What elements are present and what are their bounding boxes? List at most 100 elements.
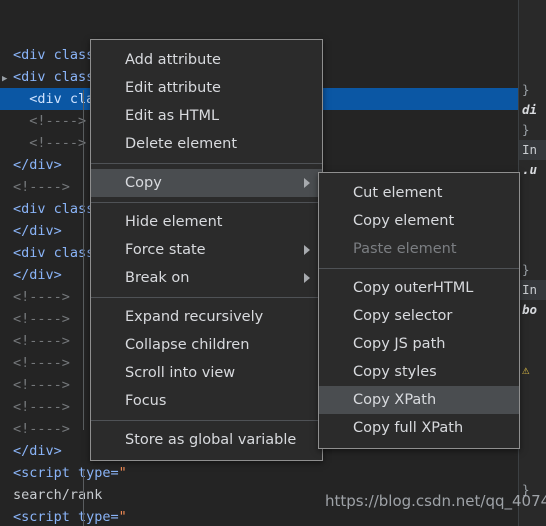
styles-panel[interactable]: } di} In .u} In bo ⚠} — [518, 0, 546, 526]
expand-triangle-icon[interactable] — [2, 332, 13, 354]
expand-triangle-icon[interactable]: ▶ — [2, 68, 13, 90]
menu-item-label: Copy JS path — [353, 336, 446, 352]
expand-triangle-icon[interactable] — [2, 398, 13, 420]
style-rule-row[interactable]: bo — [519, 300, 546, 320]
expand-triangle-icon[interactable] — [2, 178, 13, 200]
expand-triangle-icon[interactable] — [2, 112, 13, 134]
tree-guide-line — [83, 90, 84, 430]
code-token-comment: <!----> — [13, 333, 70, 349]
menu-item-paste-element: Paste element — [319, 235, 519, 263]
menu-item-edit-attribute[interactable]: Edit attribute — [91, 74, 322, 102]
code-token-punct: </div> — [13, 267, 62, 283]
menu-item-edit-as-html[interactable]: Edit as HTML — [91, 102, 322, 130]
code-token-comment: <!----> — [13, 399, 70, 415]
element-context-menu[interactable]: Add attribute Edit attribute Edit as HTML D… — [90, 39, 323, 461]
style-rule-row[interactable] — [519, 240, 546, 260]
style-rule-row[interactable] — [519, 200, 546, 220]
style-rule-row[interactable] — [519, 460, 546, 480]
style-rule-row[interactable]: .u — [519, 160, 546, 180]
dom-node-row[interactable]: <script type=" — [0, 506, 518, 526]
menu-item-copy-js-path[interactable]: Copy JS path — [319, 330, 519, 358]
menu-item-add-attribute[interactable]: Add attribute — [91, 46, 322, 74]
expand-triangle-icon[interactable] — [2, 486, 13, 508]
code-token-comment: <!----> — [13, 311, 70, 327]
code-token-plain: search/rank — [13, 487, 103, 503]
expand-triangle-icon[interactable] — [2, 420, 13, 442]
style-rule-row[interactable]: } — [519, 120, 546, 140]
menu-item-break-on[interactable]: Break on — [91, 264, 322, 292]
menu-item-copy-styles[interactable]: Copy styles — [319, 358, 519, 386]
expand-triangle-icon[interactable] — [2, 266, 13, 288]
menu-item-label: Break on — [125, 270, 190, 286]
expand-triangle-icon[interactable] — [2, 376, 13, 398]
style-rule-row[interactable] — [519, 320, 546, 340]
expand-triangle-icon[interactable] — [2, 354, 13, 376]
style-rule-row[interactable] — [519, 220, 546, 240]
style-rule-row[interactable] — [519, 380, 546, 400]
expand-triangle-icon[interactable] — [2, 156, 13, 178]
code-token-punct: </div> — [13, 157, 62, 173]
code-token-comment: <!----> — [13, 377, 70, 393]
expand-triangle-icon[interactable] — [2, 200, 13, 222]
style-rule-row[interactable]: } — [519, 80, 546, 100]
menu-item-label: Scroll into view — [125, 365, 236, 381]
style-rule-row[interactable]: di — [519, 100, 546, 120]
menu-item-cut-element[interactable]: Cut element — [319, 179, 519, 207]
menu-item-copy-full-xpath[interactable]: Copy full XPath — [319, 414, 519, 442]
menu-item-expand-recursively[interactable]: Expand recursively — [91, 303, 322, 331]
menu-item-store-as-global-variable[interactable]: Store as global variable — [91, 426, 322, 454]
style-rule-row[interactable] — [519, 420, 546, 440]
code-token-comment: <!----> — [13, 421, 70, 437]
menu-item-focus[interactable]: Focus — [91, 387, 322, 415]
copy-submenu[interactable]: Cut element Copy element Paste element Copy… — [318, 172, 520, 449]
dom-node-row[interactable]: search/rank — [0, 484, 518, 506]
dom-node-row[interactable]: <script type=" — [0, 462, 518, 484]
expand-triangle-icon[interactable] — [2, 134, 13, 156]
style-rule-row[interactable] — [519, 40, 546, 60]
expand-triangle-icon[interactable] — [2, 222, 13, 244]
code-token-comment: <!----> — [29, 113, 87, 129]
menu-item-copy-selector[interactable]: Copy selector — [319, 302, 519, 330]
style-rule-row[interactable]: } — [519, 260, 546, 280]
menu-item-label: Edit attribute — [125, 80, 221, 96]
code-token-punct: <div class= — [13, 245, 103, 261]
menu-item-collapse-children[interactable]: Collapse children — [91, 331, 322, 359]
expand-triangle-icon[interactable] — [2, 46, 13, 68]
menu-item-hide-element[interactable]: Hide element — [91, 208, 322, 236]
tree-guide-line — [83, 470, 84, 526]
expand-triangle-icon[interactable] — [2, 508, 13, 526]
style-rule-row[interactable] — [519, 400, 546, 420]
menu-separator — [91, 163, 322, 164]
menu-item-label: Copy — [125, 175, 162, 191]
menu-item-label: Store as global variable — [125, 432, 297, 448]
style-rule-row[interactable]: In — [519, 140, 546, 160]
style-rule-row[interactable]: } — [519, 480, 546, 500]
expand-triangle-icon[interactable] — [2, 310, 13, 332]
style-rule-row[interactable] — [519, 180, 546, 200]
style-rule-row[interactable] — [519, 60, 546, 80]
style-rule-row[interactable] — [519, 20, 546, 40]
code-token-val: " — [118, 465, 127, 481]
expand-triangle-icon[interactable] — [2, 90, 13, 112]
menu-item-label: Copy outerHTML — [353, 280, 474, 296]
menu-item-copy[interactable]: Copy — [91, 169, 322, 197]
style-rule-row[interactable] — [519, 440, 546, 460]
style-rule-row[interactable] — [519, 340, 546, 360]
menu-item-copy-xpath[interactable]: Copy XPath — [319, 386, 519, 414]
style-rule-row[interactable]: In — [519, 280, 546, 300]
menu-item-copy-element[interactable]: Copy element — [319, 207, 519, 235]
expand-triangle-icon[interactable] — [2, 244, 13, 266]
menu-item-force-state[interactable]: Force state — [91, 236, 322, 264]
menu-item-label: Expand recursively — [125, 309, 264, 325]
style-rule-row[interactable] — [519, 0, 546, 20]
menu-item-delete-element[interactable]: Delete element — [91, 130, 322, 158]
styles-panel-rows[interactable]: } di} In .u} In bo ⚠} — [519, 0, 546, 500]
expand-triangle-icon[interactable] — [2, 464, 13, 486]
expand-triangle-icon[interactable] — [2, 288, 13, 310]
menu-item-label: Copy full XPath — [353, 420, 464, 436]
menu-item-copy-outerhtml[interactable]: Copy outerHTML — [319, 274, 519, 302]
menu-item-scroll-into-view[interactable]: Scroll into view — [91, 359, 322, 387]
style-rule-row[interactable]: ⚠ — [519, 360, 546, 380]
expand-triangle-icon[interactable] — [2, 442, 13, 464]
